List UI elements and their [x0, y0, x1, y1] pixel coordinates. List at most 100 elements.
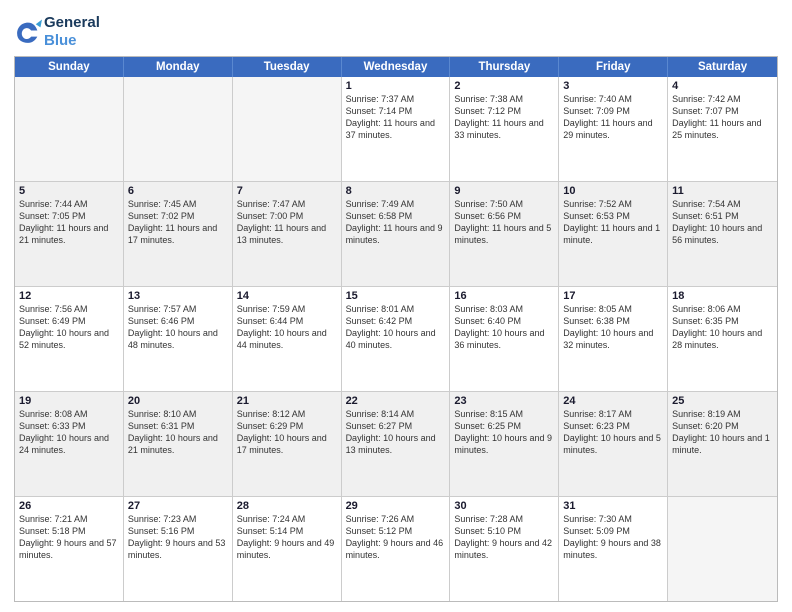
day-info: Sunrise: 8:15 AM Sunset: 6:25 PM Dayligh…: [454, 408, 554, 457]
day-number: 23: [454, 395, 554, 407]
day-info: Sunrise: 7:28 AM Sunset: 5:10 PM Dayligh…: [454, 513, 554, 562]
day-number: 11: [672, 185, 773, 197]
day-number: 20: [128, 395, 228, 407]
day-number: 17: [563, 290, 663, 302]
day-number: 28: [237, 500, 337, 512]
calendar-cell: 31Sunrise: 7:30 AM Sunset: 5:09 PM Dayli…: [559, 497, 668, 601]
calendar-cell: 5Sunrise: 7:44 AM Sunset: 7:05 PM Daylig…: [15, 182, 124, 286]
calendar-body: 1Sunrise: 7:37 AM Sunset: 7:14 PM Daylig…: [15, 77, 777, 601]
calendar-cell: 7Sunrise: 7:47 AM Sunset: 7:00 PM Daylig…: [233, 182, 342, 286]
calendar-cell: 27Sunrise: 7:23 AM Sunset: 5:16 PM Dayli…: [124, 497, 233, 601]
day-info: Sunrise: 7:59 AM Sunset: 6:44 PM Dayligh…: [237, 303, 337, 352]
calendar-header: SundayMondayTuesdayWednesdayThursdayFrid…: [15, 57, 777, 77]
calendar-cell: 9Sunrise: 7:50 AM Sunset: 6:56 PM Daylig…: [450, 182, 559, 286]
day-number: 27: [128, 500, 228, 512]
day-info: Sunrise: 7:37 AM Sunset: 7:14 PM Dayligh…: [346, 93, 446, 142]
day-number: 29: [346, 500, 446, 512]
day-info: Sunrise: 7:52 AM Sunset: 6:53 PM Dayligh…: [563, 198, 663, 247]
calendar-cell: 13Sunrise: 7:57 AM Sunset: 6:46 PM Dayli…: [124, 287, 233, 391]
calendar-cell: 24Sunrise: 8:17 AM Sunset: 6:23 PM Dayli…: [559, 392, 668, 496]
calendar-row: 5Sunrise: 7:44 AM Sunset: 7:05 PM Daylig…: [15, 182, 777, 287]
day-info: Sunrise: 7:56 AM Sunset: 6:49 PM Dayligh…: [19, 303, 119, 352]
day-number: 7: [237, 185, 337, 197]
day-info: Sunrise: 7:44 AM Sunset: 7:05 PM Dayligh…: [19, 198, 119, 247]
calendar-cell: 28Sunrise: 7:24 AM Sunset: 5:14 PM Dayli…: [233, 497, 342, 601]
day-number: 2: [454, 80, 554, 92]
day-number: 24: [563, 395, 663, 407]
calendar-row: 12Sunrise: 7:56 AM Sunset: 6:49 PM Dayli…: [15, 287, 777, 392]
day-info: Sunrise: 8:03 AM Sunset: 6:40 PM Dayligh…: [454, 303, 554, 352]
calendar-row: 26Sunrise: 7:21 AM Sunset: 5:18 PM Dayli…: [15, 497, 777, 601]
calendar-cell: 30Sunrise: 7:28 AM Sunset: 5:10 PM Dayli…: [450, 497, 559, 601]
calendar-cell: 15Sunrise: 8:01 AM Sunset: 6:42 PM Dayli…: [342, 287, 451, 391]
day-info: Sunrise: 8:19 AM Sunset: 6:20 PM Dayligh…: [672, 408, 773, 457]
calendar-cell: 2Sunrise: 7:38 AM Sunset: 7:12 PM Daylig…: [450, 77, 559, 181]
day-number: 15: [346, 290, 446, 302]
day-info: Sunrise: 7:50 AM Sunset: 6:56 PM Dayligh…: [454, 198, 554, 247]
logo-text: General Blue: [44, 14, 100, 50]
calendar: SundayMondayTuesdayWednesdayThursdayFrid…: [14, 56, 778, 602]
calendar-cell: 8Sunrise: 7:49 AM Sunset: 6:58 PM Daylig…: [342, 182, 451, 286]
day-info: Sunrise: 7:40 AM Sunset: 7:09 PM Dayligh…: [563, 93, 663, 142]
day-info: Sunrise: 7:26 AM Sunset: 5:12 PM Dayligh…: [346, 513, 446, 562]
weekday-header: Wednesday: [342, 57, 451, 77]
weekday-header: Tuesday: [233, 57, 342, 77]
day-number: 5: [19, 185, 119, 197]
day-number: 22: [346, 395, 446, 407]
calendar-cell: [233, 77, 342, 181]
calendar-cell: 1Sunrise: 7:37 AM Sunset: 7:14 PM Daylig…: [342, 77, 451, 181]
day-info: Sunrise: 7:24 AM Sunset: 5:14 PM Dayligh…: [237, 513, 337, 562]
day-info: Sunrise: 7:21 AM Sunset: 5:18 PM Dayligh…: [19, 513, 119, 562]
day-number: 6: [128, 185, 228, 197]
day-number: 13: [128, 290, 228, 302]
day-number: 4: [672, 80, 773, 92]
day-number: 21: [237, 395, 337, 407]
weekday-header: Monday: [124, 57, 233, 77]
day-info: Sunrise: 8:17 AM Sunset: 6:23 PM Dayligh…: [563, 408, 663, 457]
calendar-cell: 29Sunrise: 7:26 AM Sunset: 5:12 PM Dayli…: [342, 497, 451, 601]
day-number: 8: [346, 185, 446, 197]
calendar-cell: 26Sunrise: 7:21 AM Sunset: 5:18 PM Dayli…: [15, 497, 124, 601]
day-number: 26: [19, 500, 119, 512]
weekday-header: Sunday: [15, 57, 124, 77]
calendar-cell: 25Sunrise: 8:19 AM Sunset: 6:20 PM Dayli…: [668, 392, 777, 496]
day-number: 18: [672, 290, 773, 302]
calendar-row: 1Sunrise: 7:37 AM Sunset: 7:14 PM Daylig…: [15, 77, 777, 182]
day-info: Sunrise: 7:47 AM Sunset: 7:00 PM Dayligh…: [237, 198, 337, 247]
day-number: 30: [454, 500, 554, 512]
day-info: Sunrise: 8:08 AM Sunset: 6:33 PM Dayligh…: [19, 408, 119, 457]
day-info: Sunrise: 7:49 AM Sunset: 6:58 PM Dayligh…: [346, 198, 446, 247]
day-info: Sunrise: 7:45 AM Sunset: 7:02 PM Dayligh…: [128, 198, 228, 247]
calendar-cell: 6Sunrise: 7:45 AM Sunset: 7:02 PM Daylig…: [124, 182, 233, 286]
day-number: 12: [19, 290, 119, 302]
weekday-header: Friday: [559, 57, 668, 77]
calendar-cell: [668, 497, 777, 601]
calendar-cell: 21Sunrise: 8:12 AM Sunset: 6:29 PM Dayli…: [233, 392, 342, 496]
day-info: Sunrise: 8:14 AM Sunset: 6:27 PM Dayligh…: [346, 408, 446, 457]
day-number: 16: [454, 290, 554, 302]
calendar-cell: 18Sunrise: 8:06 AM Sunset: 6:35 PM Dayli…: [668, 287, 777, 391]
logo-icon: [14, 18, 42, 46]
day-number: 3: [563, 80, 663, 92]
calendar-row: 19Sunrise: 8:08 AM Sunset: 6:33 PM Dayli…: [15, 392, 777, 497]
day-info: Sunrise: 7:42 AM Sunset: 7:07 PM Dayligh…: [672, 93, 773, 142]
calendar-cell: 22Sunrise: 8:14 AM Sunset: 6:27 PM Dayli…: [342, 392, 451, 496]
day-number: 9: [454, 185, 554, 197]
day-number: 31: [563, 500, 663, 512]
day-info: Sunrise: 8:10 AM Sunset: 6:31 PM Dayligh…: [128, 408, 228, 457]
calendar-cell: 23Sunrise: 8:15 AM Sunset: 6:25 PM Dayli…: [450, 392, 559, 496]
day-info: Sunrise: 8:01 AM Sunset: 6:42 PM Dayligh…: [346, 303, 446, 352]
calendar-cell: 20Sunrise: 8:10 AM Sunset: 6:31 PM Dayli…: [124, 392, 233, 496]
day-info: Sunrise: 7:23 AM Sunset: 5:16 PM Dayligh…: [128, 513, 228, 562]
calendar-cell: 4Sunrise: 7:42 AM Sunset: 7:07 PM Daylig…: [668, 77, 777, 181]
calendar-cell: 17Sunrise: 8:05 AM Sunset: 6:38 PM Dayli…: [559, 287, 668, 391]
day-info: Sunrise: 7:54 AM Sunset: 6:51 PM Dayligh…: [672, 198, 773, 247]
calendar-cell: [124, 77, 233, 181]
day-info: Sunrise: 8:06 AM Sunset: 6:35 PM Dayligh…: [672, 303, 773, 352]
calendar-cell: 3Sunrise: 7:40 AM Sunset: 7:09 PM Daylig…: [559, 77, 668, 181]
day-info: Sunrise: 7:30 AM Sunset: 5:09 PM Dayligh…: [563, 513, 663, 562]
calendar-cell: 19Sunrise: 8:08 AM Sunset: 6:33 PM Dayli…: [15, 392, 124, 496]
calendar-cell: 11Sunrise: 7:54 AM Sunset: 6:51 PM Dayli…: [668, 182, 777, 286]
logo: General Blue: [14, 14, 100, 50]
weekday-header: Saturday: [668, 57, 777, 77]
